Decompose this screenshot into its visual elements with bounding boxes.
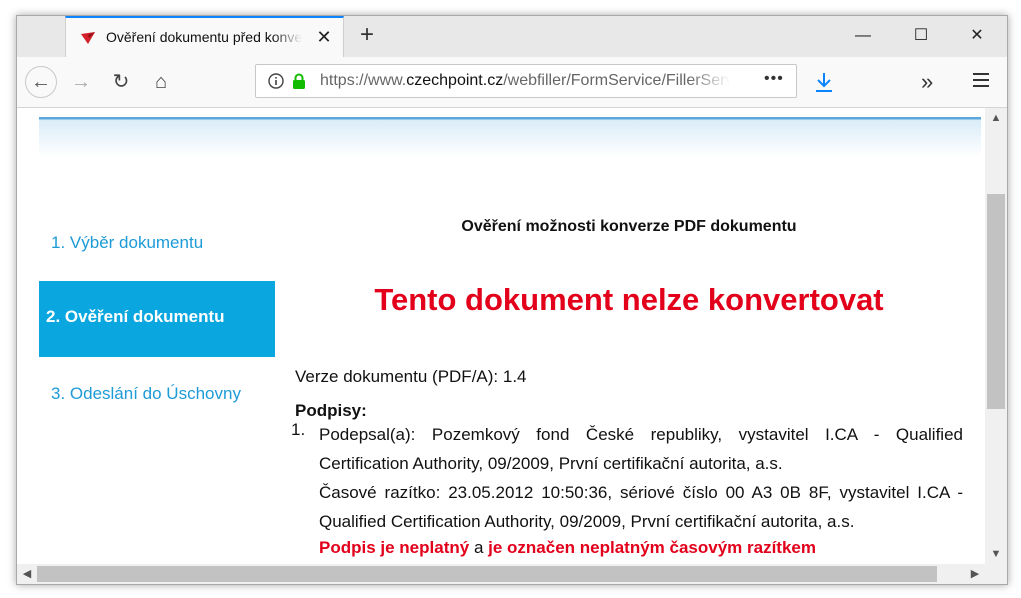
status-joiner: a [473, 538, 484, 557]
conversion-result: Tento dokument nelze konvertovat [374, 282, 884, 317]
signed-by-value: Pozemkový fond České republiky, vystavit… [319, 425, 963, 473]
maximize-button[interactable]: ☐ [911, 26, 931, 46]
signed-by: Podepsal(a): Pozemkový fond České republ… [319, 420, 963, 478]
scroll-left-icon[interactable]: ◀ [17, 564, 37, 584]
scrollbar-corner [985, 564, 1007, 584]
tab-active[interactable]: Ověření dokumentu před konverzí ✕ [65, 16, 344, 57]
tab-close-icon[interactable]: ✕ [314, 27, 334, 47]
document-version: Verze dokumentu (PDF/A): 1.4 [295, 367, 527, 387]
overflow-menu-icon[interactable]: » [921, 69, 933, 95]
scroll-right-icon[interactable]: ▶ [965, 564, 985, 584]
timestamp: Časové razítko: 23.05.2012 10:50:36, sér… [319, 478, 963, 536]
browser-window: Ověření dokumentu před konverzí ✕ + — ☐ … [16, 15, 1008, 585]
forward-button[interactable]: → [67, 68, 95, 96]
sidebar-item-label: 2. Ověření dokumentu [46, 307, 225, 326]
hamburger-menu-icon[interactable] [972, 69, 990, 91]
sidebar-item-vyber-dokumentu[interactable]: 1. Výběr dokumentu [39, 207, 275, 283]
czechpoint-favicon-icon [81, 32, 95, 44]
timestamp-label: Časové razítko: [319, 483, 441, 502]
url-prefix: https://www. [320, 72, 407, 89]
tab-title: Ověření dokumentu před konverzí [106, 29, 302, 45]
signatures-heading: Podpisy: [295, 401, 367, 420]
navigation-toolbar: ← → ↻ ⌂ https://www.czechpoint.cz/webfil… [17, 57, 1007, 108]
sidebar-item-label: 1. Výběr dokumentu [51, 233, 204, 252]
lock-icon[interactable] [292, 73, 306, 89]
signature-status: Podpis je neplatný a je označen neplatný… [319, 536, 963, 560]
status-invalid: Podpis je neplatný [319, 538, 470, 557]
page-actions-icon[interactable]: ••• [764, 70, 784, 88]
vertical-scrollbar[interactable]: ▲ ▼ [985, 108, 1007, 564]
scroll-up-icon[interactable]: ▲ [985, 108, 1007, 128]
sidebar-item-odeslani-do-uschovny[interactable]: 3. Odeslání do Úschovny [39, 358, 275, 434]
back-button[interactable]: ← [25, 66, 57, 98]
address-bar[interactable]: https://www.czechpoint.cz/webfiller/Form… [255, 64, 797, 98]
version-label: Verze dokumentu (PDF/A): [295, 367, 499, 386]
version-value: 1.4 [502, 367, 527, 386]
url-domain: czechpoint.cz [406, 72, 504, 89]
horizontal-scrollbar[interactable]: ◀ ▶ [17, 564, 985, 584]
scroll-down-icon[interactable]: ▼ [985, 544, 1007, 564]
signature-details: Podepsal(a): Pozemkový fond České republ… [319, 420, 963, 560]
reload-button[interactable]: ↻ [107, 68, 135, 96]
url-text[interactable]: https://www.czechpoint.cz/webfiller/Form… [320, 72, 730, 90]
minimize-button[interactable]: — [853, 26, 873, 46]
page-title: Ověření možnosti konverze PDF dokumentu [461, 218, 797, 235]
sidebar-item-label: 3. Odeslání do Úschovny [51, 384, 241, 403]
home-button[interactable]: ⌂ [147, 68, 175, 96]
new-tab-button[interactable]: + [355, 23, 379, 48]
url-path: /webfiller/FormService/FillerService [503, 72, 730, 89]
tab-bar: Ověření dokumentu před konverzí ✕ + — ☐ … [17, 16, 1007, 57]
download-icon[interactable] [815, 71, 833, 93]
info-icon[interactable] [268, 73, 284, 89]
status-timestamp: je označen neplatným časovým razítkem [488, 538, 816, 557]
header-band [39, 117, 981, 157]
signed-by-label: Podepsal(a): [319, 425, 416, 444]
signature-number: 1. [291, 420, 306, 439]
page-content: 1. Výběr dokumentu 2. Ověření dokumentu … [17, 108, 985, 564]
vertical-scroll-thumb[interactable] [987, 194, 1005, 409]
close-window-button[interactable]: ✕ [967, 26, 987, 46]
horizontal-scroll-thumb[interactable] [37, 566, 937, 582]
sidebar-item-overeni-dokumentu[interactable]: 2. Ověření dokumentu [39, 281, 275, 357]
